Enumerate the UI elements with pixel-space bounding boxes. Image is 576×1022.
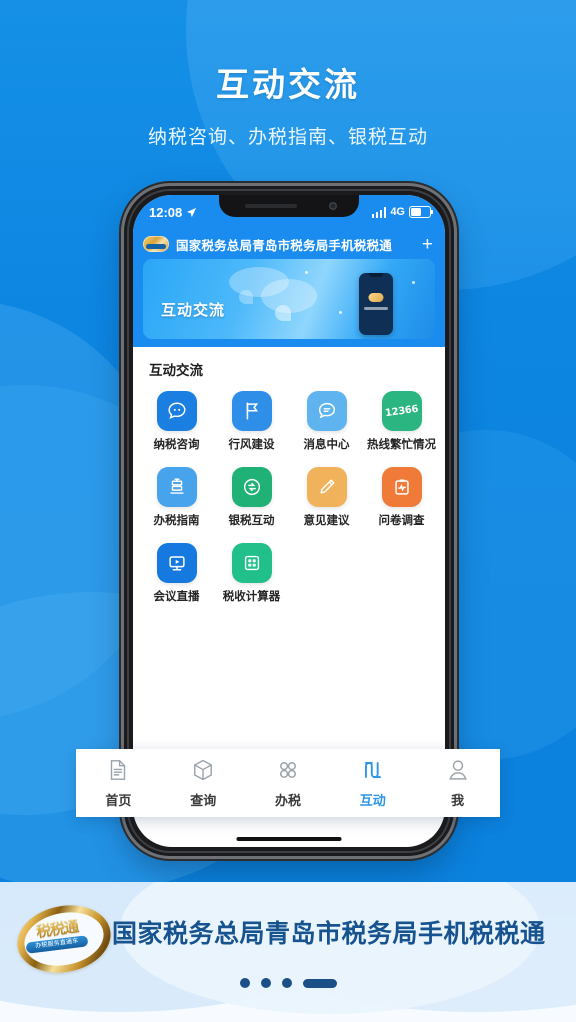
earpiece-speaker [245,204,297,208]
grid-item-label: 问卷调查 [378,515,425,527]
banner-phone-logo-icon [368,293,384,302]
app-content: 互动交流 纳税咨询 行风建设 消息中心 12366 热线繁忙情况 办税指南 银税… [133,347,445,769]
banner-container: 互动交流 [133,259,445,347]
grid-item-label: 银税互动 [228,515,275,527]
hero-section: 互动交流 纳税咨询、办税指南、银税互动 [0,62,576,149]
tab-tax-service[interactable]: 办税 [246,757,331,809]
grid-item-label: 会议直播 [153,591,200,603]
guide-book-icon [156,467,197,507]
message-icon [306,391,347,431]
speech-bubble-icon-2 [261,279,317,321]
tab-query[interactable]: 查询 [161,757,246,809]
sparkle-4 [412,281,415,284]
app-title: 国家税务总局青岛市税务局手机税税通 [176,238,392,253]
pencil-icon [306,467,347,507]
add-button[interactable]: + [418,235,433,254]
tab-interaction[interactable]: 互动 [330,757,415,809]
location-arrow-icon [187,207,197,217]
tab-label: 办税 [274,793,301,808]
bottom-navigation: 首页 查询 办税 互动 我 [76,749,500,817]
flag-icon [231,391,272,431]
cube-icon [194,759,213,781]
footer-section: 税税通 办税服务直通车 国家税务总局青岛市税务局手机税税通 [0,882,576,1022]
promo-banner[interactable]: 互动交流 [143,259,435,339]
front-camera-icon [329,202,337,210]
signal-bars-icon [371,206,387,218]
tab-home[interactable]: 首页 [76,757,161,809]
interaction-icon [364,762,381,778]
person-icon [448,760,467,780]
footer-brand-row: 税税通 办税服务直通车 国家税务总局青岛市税务局手机税税通 [0,897,576,981]
banner-phone-illustration [359,273,393,335]
banner-phone-text [364,307,388,310]
grid-item-bank-tax[interactable]: 银税互动 [214,467,289,529]
brand-logo-icon: 税税通 办税服务直通车 [11,897,117,981]
grid-item-label: 办税指南 [153,515,200,527]
phone-notch [219,195,359,217]
app-header: 国家税务总局青岛市税务局手机税税通 + [133,229,445,259]
calculator-icon [231,543,272,583]
status-bar-right: 4G [371,206,433,218]
grid-item-hotline-status[interactable]: 12366 热线繁忙情况 [364,391,439,453]
document-icon [111,760,126,780]
grid-item-conduct[interactable]: 行风建设 [214,391,289,453]
banner-title: 互动交流 [161,302,226,319]
tab-profile[interactable]: 我 [415,757,500,809]
bank-exchange-icon [231,467,272,507]
grid-icon [279,761,297,779]
grid-item-label: 消息中心 [303,439,350,451]
tab-label: 互动 [359,793,386,808]
chat-bubble-icon [156,391,197,431]
hotline-number: 12366 [384,403,419,419]
status-bar-left: 12:08 [149,205,197,220]
app-logo-icon [143,236,169,252]
grid-item-tax-calculator[interactable]: 税收计算器 [214,543,289,605]
page-dot-4-active[interactable] [302,978,337,988]
tab-label: 查询 [190,793,217,808]
grid-item-label: 意见建议 [303,515,350,527]
grid-item-tax-guide[interactable]: 办税指南 [139,467,214,529]
feature-grid: 纳税咨询 行风建设 消息中心 12366 热线繁忙情况 办税指南 银税互动 意见… [133,391,445,605]
sparkle-2 [305,271,308,274]
page-dot-1[interactable] [239,978,250,988]
page-indicator[interactable] [0,978,576,988]
sparkle-3 [339,311,342,314]
section-title: 互动交流 [149,363,203,378]
status-time: 12:08 [149,204,183,220]
grid-item-feedback[interactable]: 意见建议 [289,467,364,529]
grid-item-label: 行风建设 [228,439,275,451]
page-title: 互动交流 [216,66,360,103]
grid-item-message-center[interactable]: 消息中心 [289,391,364,453]
page-dot-2[interactable] [260,978,271,988]
page-subtitle: 纳税咨询、办税指南、银税互动 [147,127,428,148]
tab-label: 首页 [105,793,132,808]
home-indicator [236,837,342,841]
grid-item-live-meeting[interactable]: 会议直播 [139,543,214,605]
grid-item-survey[interactable]: 问卷调查 [364,467,439,529]
tab-label: 我 [451,793,465,808]
battery-icon [409,206,433,218]
grid-item-label: 热线繁忙情况 [367,439,436,451]
page-dot-3[interactable] [281,978,292,988]
grid-item-tax-consult[interactable]: 纳税咨询 [139,391,214,453]
video-live-icon [156,543,197,583]
network-type: 4G [390,206,405,218]
grid-item-label: 税收计算器 [222,591,281,603]
clipboard-icon [381,467,422,507]
hotline-12366-icon: 12366 [381,391,422,431]
grid-item-label: 纳税咨询 [153,439,200,451]
footer-title: 国家税务总局青岛市税务局手机税税通 [112,920,546,948]
